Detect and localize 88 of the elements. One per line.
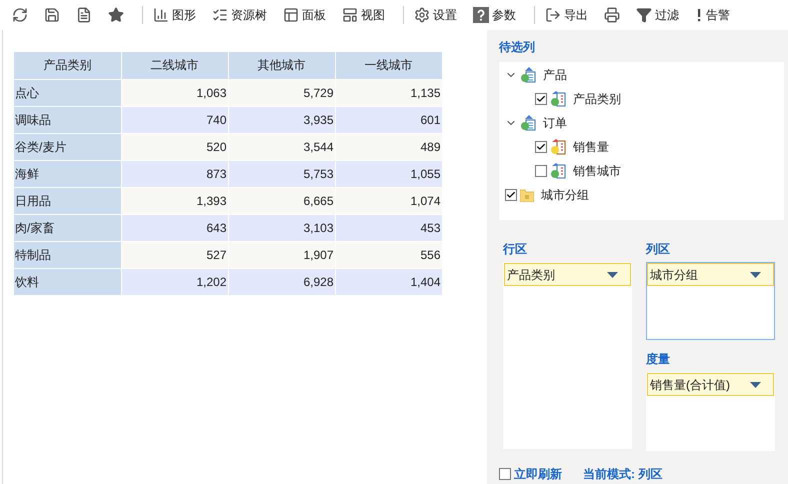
table-cell: 6,665 — [228, 187, 335, 214]
panel-icon — [283, 7, 299, 23]
dropdown-icon[interactable] — [750, 272, 761, 278]
toolbar-button[interactable]: 资源树 — [208, 3, 271, 27]
table-icon — [520, 67, 536, 83]
table-cell: 1,907 — [228, 241, 335, 268]
table-cell: 调味品 — [14, 106, 121, 133]
toolbar-button[interactable]: 告警 — [691, 3, 734, 27]
table-icon — [520, 115, 536, 131]
toolbar-button[interactable]: 视图 — [338, 3, 389, 27]
star-icon — [108, 7, 124, 23]
zone-field[interactable]: 销售量(合计值) — [647, 373, 774, 396]
toolbar-button[interactable]: 导出 — [541, 3, 592, 27]
table-cell: 1,055 — [335, 160, 442, 187]
checkbox[interactable] — [505, 189, 517, 201]
table-cell: 453 — [335, 214, 442, 241]
zone-field[interactable]: 城市分组 — [647, 263, 774, 286]
save-icon — [44, 7, 60, 23]
table-cell: 1,135 — [335, 79, 442, 106]
table-cell: 点心 — [14, 79, 121, 106]
filter-icon — [636, 7, 652, 23]
bar-chart-icon — [153, 7, 169, 23]
table-cell: 1,074 — [335, 187, 442, 214]
tree-label[interactable]: 产品 — [543, 66, 567, 84]
table-cell: 1,393 — [121, 187, 228, 214]
zone-title: 列区 — [646, 241, 671, 258]
checkbox[interactable] — [499, 468, 511, 480]
zone-title: 度量 — [646, 351, 671, 368]
table-cell: 3,103 — [228, 214, 335, 241]
exclamation-icon — [695, 7, 703, 23]
toolbar-button[interactable]: 图形 — [149, 3, 200, 27]
table-cell: 740 — [121, 106, 228, 133]
layout-icon — [342, 7, 358, 23]
table-cell: 6,928 — [228, 268, 335, 295]
checkbox[interactable] — [535, 93, 547, 105]
measure-icon — [550, 139, 566, 155]
dropdown-icon[interactable] — [750, 382, 761, 388]
table-cell: 527 — [121, 241, 228, 268]
toolbar-button[interactable]: 面板 — [279, 3, 330, 27]
panel-title: 待选列 — [499, 39, 536, 52]
refresh-icon — [12, 7, 28, 23]
table-cell: 日用品 — [14, 187, 121, 214]
column-header[interactable]: 其他城市 — [228, 52, 335, 79]
table-cell: 873 — [121, 160, 228, 187]
table-cell: 1,404 — [335, 268, 442, 295]
checkbox[interactable] — [535, 141, 547, 153]
mode-label: 当前模式: 列区 — [583, 466, 662, 483]
table-cell: 643 — [121, 214, 228, 241]
table-cell: 5,729 — [228, 79, 335, 106]
column-header[interactable]: 二线城市 — [121, 52, 228, 79]
tree-label[interactable]: 销售城市 — [573, 162, 621, 180]
printer-icon — [604, 7, 620, 23]
table-cell: 1,202 — [121, 268, 228, 295]
tree-label[interactable]: 城市分组 — [541, 186, 589, 204]
table-cell: 谷类/麦片 — [14, 133, 121, 160]
table-cell: 489 — [335, 133, 442, 160]
tree-label[interactable]: 销售量 — [573, 138, 609, 156]
checklist-icon — [212, 7, 228, 23]
dropdown-icon[interactable] — [607, 272, 618, 278]
table-cell: 海鲜 — [14, 160, 121, 187]
table-cell: 饮料 — [14, 268, 121, 295]
zone-field[interactable]: 产品类别 — [504, 263, 631, 286]
field-icon — [550, 163, 566, 179]
table-cell: 1,063 — [121, 79, 228, 106]
field-icon — [550, 91, 566, 107]
tree-label[interactable]: 订单 — [543, 114, 567, 132]
export-icon — [545, 7, 561, 23]
table-cell: 3,544 — [228, 133, 335, 160]
table-cell: 5,753 — [228, 160, 335, 187]
toolbar-button[interactable]: 过滤 — [632, 3, 683, 27]
refresh-label[interactable]: 立即刷新 — [514, 465, 562, 483]
folder-icon — [520, 188, 534, 202]
table-cell: 肉/家畜 — [14, 214, 121, 241]
column-header[interactable]: 一线城市 — [335, 52, 442, 79]
document-icon — [76, 7, 92, 23]
zone-title: 行区 — [503, 241, 528, 258]
help-icon — [473, 7, 489, 23]
table-cell: 520 — [121, 133, 228, 160]
table-cell: 556 — [335, 241, 442, 268]
settings-icon — [414, 7, 430, 23]
toolbar-button[interactable]: 设置 — [410, 3, 461, 27]
table-cell: 601 — [335, 106, 442, 133]
table-cell: 特制品 — [14, 241, 121, 268]
column-header[interactable]: 产品类别 — [14, 52, 121, 79]
tree-label[interactable]: 产品类别 — [573, 90, 621, 108]
table-cell: 3,935 — [228, 106, 335, 133]
checkbox[interactable] — [535, 165, 547, 177]
toolbar-button[interactable]: 参数 — [469, 3, 520, 27]
